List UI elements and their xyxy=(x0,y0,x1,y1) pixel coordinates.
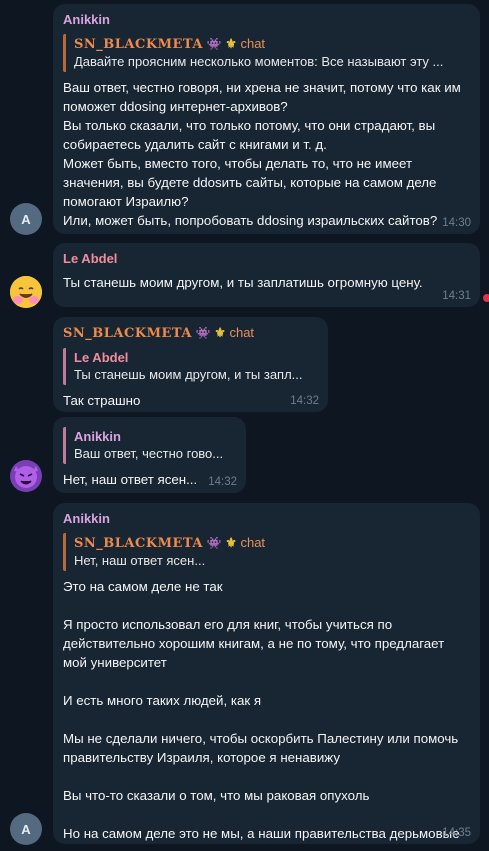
avatar[interactable]: A xyxy=(10,203,42,235)
message-time: 14:32 xyxy=(290,395,319,407)
reply-text: Нет, наш ответ ясен... xyxy=(74,553,206,568)
reply-sender-tag: chat xyxy=(240,535,266,550)
reply-title: SN_BLACKMETA 👾 ⚜ chat xyxy=(74,534,470,552)
space-invader-icon: 👾 xyxy=(206,37,222,51)
avatar-letter: A xyxy=(21,821,31,837)
message-text: Ваш ответ, честно говоря, ни хрена не зн… xyxy=(63,80,461,228)
space-invader-icon: 👾 xyxy=(206,536,222,550)
reply-sender-name: SN_BLACKMETA xyxy=(74,37,203,52)
reaction-heart-icon xyxy=(483,294,489,302)
message-bubble[interactable]: Anikkin SN_BLACKMETA 👾 ⚜ chat Давайте пр… xyxy=(53,4,480,234)
reply-quote[interactable]: SN_BLACKMETA 👾 ⚜ chat Давайте проясним н… xyxy=(63,34,470,72)
message-bubble[interactable]: SN_BLACKMETA 👾 ⚜ chat Le Abdel Ты станеш… xyxy=(53,317,328,412)
avatar[interactable] xyxy=(10,460,42,492)
message-time: 14:35 xyxy=(442,827,471,839)
sender-name[interactable]: Le Abdel xyxy=(63,251,470,267)
sender-name[interactable]: Anikkin xyxy=(63,511,470,527)
sender-name-text: SN_BLACKMETA xyxy=(63,326,192,341)
reply-title: Le Abdel xyxy=(74,350,129,365)
reply-quote[interactable]: SN_BLACKMETA 👾 ⚜ chat Нет, наш ответ ясе… xyxy=(63,533,470,571)
fleur-de-lis-icon: ⚜ xyxy=(225,535,237,550)
message-bubble[interactable]: Anikkin SN_BLACKMETA 👾 ⚜ chat Нет, наш о… xyxy=(53,503,480,844)
message-text: Ты станешь моим другом, и ты заплатишь о… xyxy=(63,275,423,290)
message-time: 14:30 xyxy=(442,217,471,229)
reply-title: Anikkin xyxy=(74,429,121,444)
avatar[interactable]: A xyxy=(10,813,42,845)
avatar[interactable] xyxy=(10,276,42,308)
reply-quote[interactable]: Anikkin Ваш ответ, честно гово... xyxy=(63,427,236,464)
reply-title: SN_BLACKMETA 👾 ⚜ chat xyxy=(74,35,470,53)
reply-text: Ваш ответ, честно гово... xyxy=(74,446,224,461)
message-text: Так страшно xyxy=(63,393,141,408)
fleur-de-lis-icon: ⚜ xyxy=(214,325,226,340)
message-text: Это на самом деле не так Я просто исполь… xyxy=(63,579,460,841)
space-invader-icon: 👾 xyxy=(195,326,211,340)
sender-name[interactable]: SN_BLACKMETA 👾 ⚜ chat xyxy=(63,325,318,342)
sender-tag: chat xyxy=(229,325,255,340)
reply-sender-tag: chat xyxy=(240,36,266,51)
devil-face-icon xyxy=(10,460,42,492)
reply-text: Ты станешь моим другом, и ты запл... xyxy=(74,367,303,382)
reply-sender-name: SN_BLACKMETA xyxy=(74,536,203,551)
reply-quote[interactable]: Le Abdel Ты станешь моим другом, и ты за… xyxy=(63,348,318,385)
message-bubble[interactable]: Anikkin Ваш ответ, честно гово... Нет, н… xyxy=(53,417,246,493)
reply-text: Давайте проясним несколько моментов: Все… xyxy=(74,54,444,69)
message-bubble[interactable]: Le Abdel Ты станешь моим другом, и ты за… xyxy=(53,243,480,307)
message-time: 14:32 xyxy=(208,476,237,488)
hugging-face-icon xyxy=(10,276,42,308)
fleur-de-lis-icon: ⚜ xyxy=(225,36,237,51)
message-time: 14:31 xyxy=(442,290,471,302)
avatar-letter: A xyxy=(21,211,31,227)
sender-name[interactable]: Anikkin xyxy=(63,12,470,28)
